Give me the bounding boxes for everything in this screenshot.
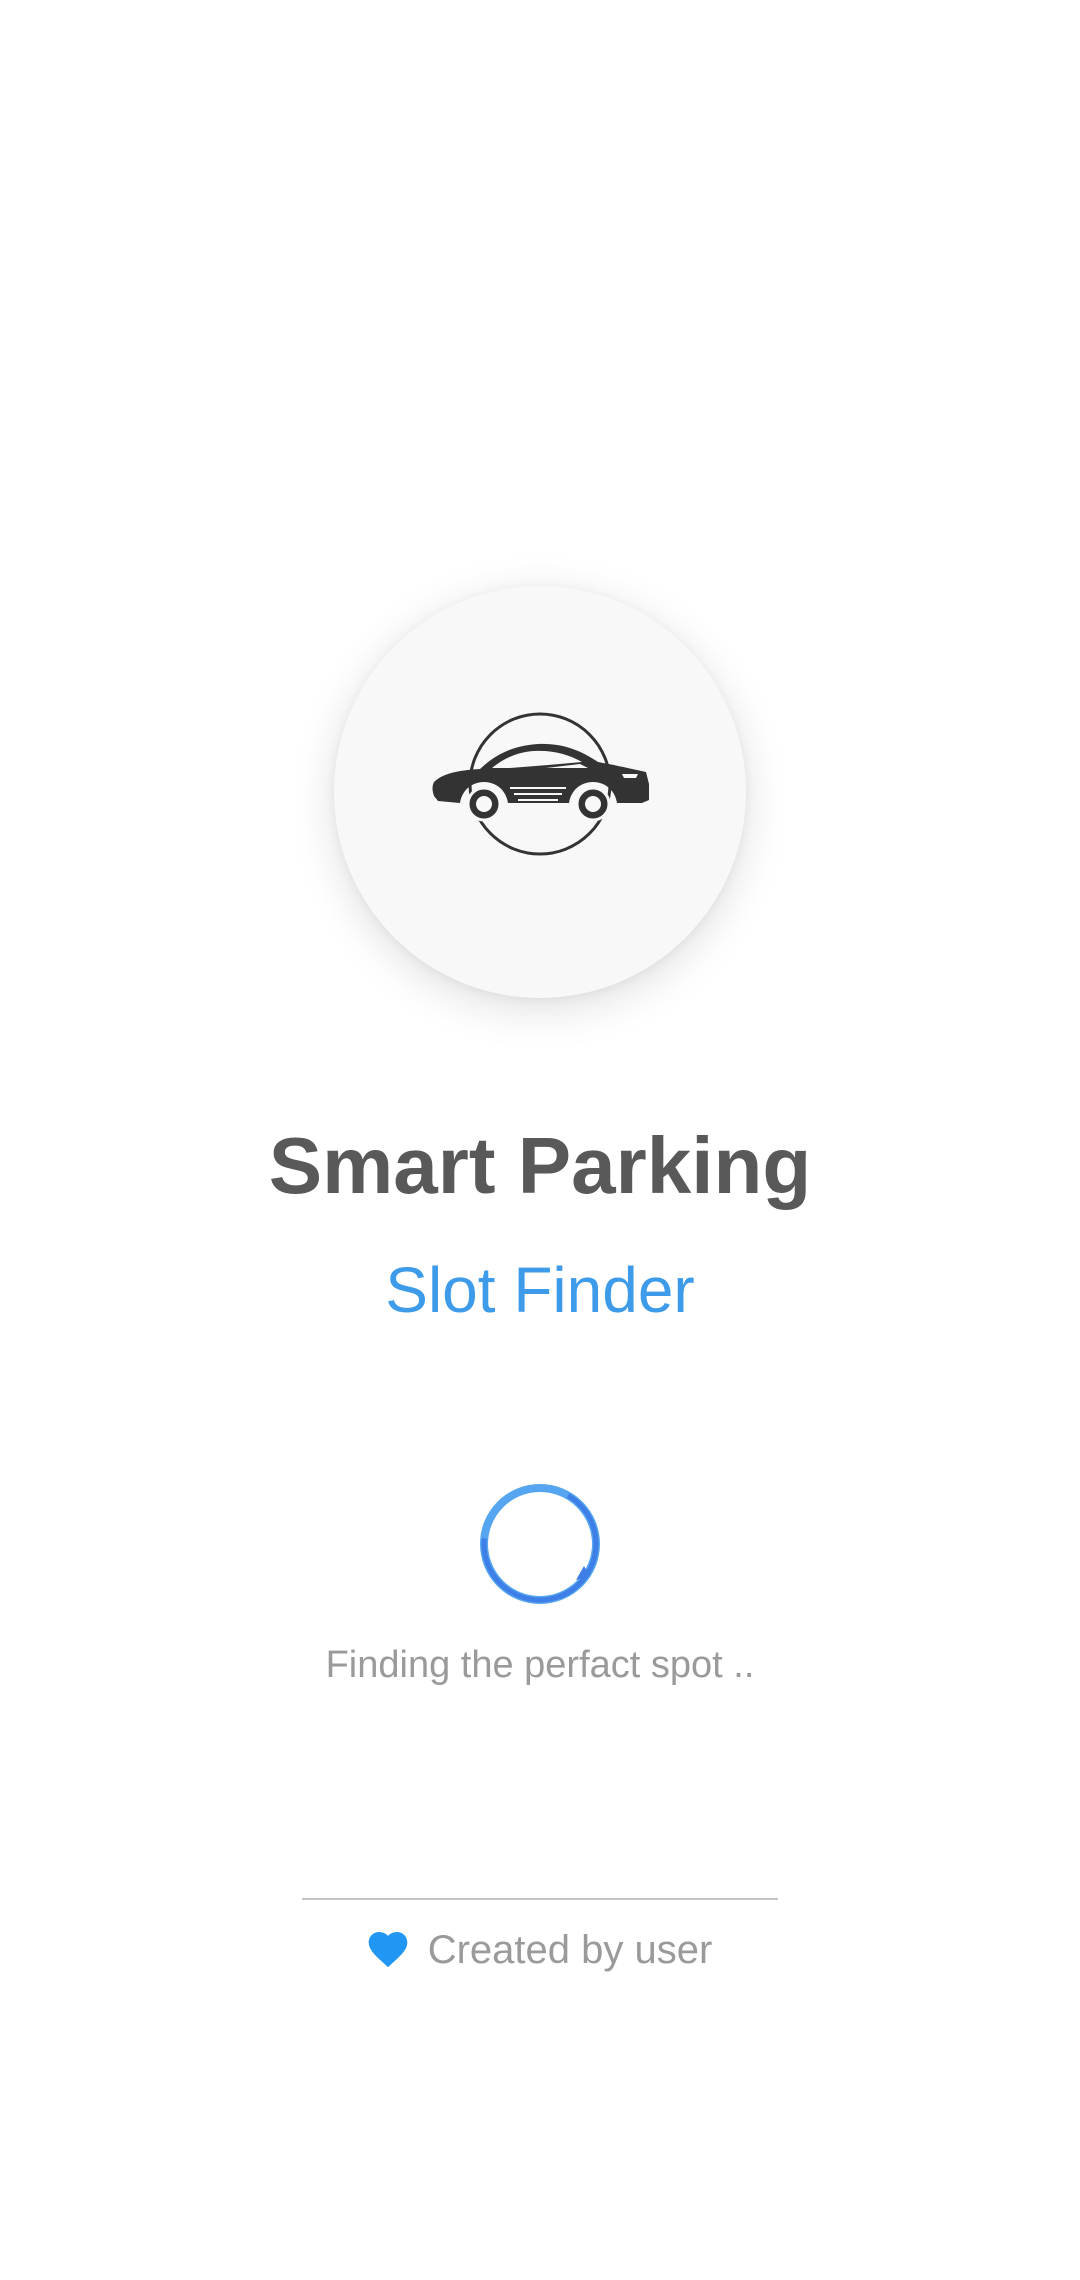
credit-row: Created by user: [0, 1922, 1080, 1978]
car-logo-icon: [432, 712, 649, 856]
loading-spinner-icon: [480, 1484, 600, 1604]
credit-text: Created by user: [427, 1928, 713, 1972]
splash-screen: Smart Parking Slot Finder Finding the pe…: [0, 0, 1080, 2280]
app-title: Smart Parking: [268, 1121, 812, 1210]
app-subtitle: Slot Finder: [385, 1254, 695, 1326]
logo-circle: [334, 586, 746, 998]
heart-icon: [368, 1932, 408, 1968]
loading-text: Finding the perfact spot ..: [325, 1644, 755, 1686]
footer-divider: [302, 1898, 778, 1900]
